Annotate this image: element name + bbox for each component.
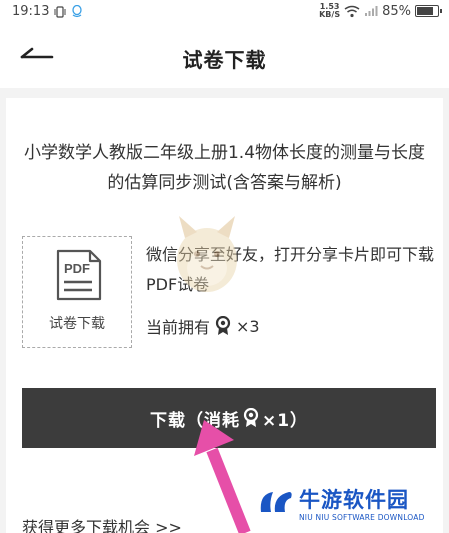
signal-icon xyxy=(365,6,378,16)
wifi-icon xyxy=(344,5,360,17)
battery-fill xyxy=(417,7,434,15)
clock: 19:13 xyxy=(12,4,50,19)
battery-icon xyxy=(415,5,442,17)
net-speed: 1.53 KB/S xyxy=(319,3,340,19)
brand-logo-icon xyxy=(260,492,292,512)
owned-count: ×3 xyxy=(236,316,260,336)
pdf-document-icon: PDF xyxy=(56,249,102,301)
download-button-suffix: ×1） xyxy=(261,410,309,431)
page-title: 试卷下载 xyxy=(182,48,267,72)
mascot-watermark-icon xyxy=(177,216,237,292)
net-speed-unit: KB/S xyxy=(319,10,341,19)
pdf-icon-text: PDF xyxy=(64,261,90,276)
brand-watermark: 牛游软件园 NIU NIU SOFTWARE DOWNLOAD xyxy=(255,484,435,526)
qq-icon xyxy=(72,5,83,18)
file-label: 试卷下载 xyxy=(49,316,105,332)
document-title: 小学数学人教版二年级上册1.4物体长度的测量与长度的估算同步测试(含答案与解析) xyxy=(23,143,426,193)
status-left: 19:13 xyxy=(12,4,83,19)
nav-bar: 试卷下载 xyxy=(0,24,449,88)
status-right: 1.53 KB/S 85% xyxy=(319,3,442,19)
brand-subtitle: NIU NIU SOFTWARE DOWNLOAD xyxy=(299,513,425,522)
medal-icon xyxy=(215,316,231,335)
status-bar: 19:13 1.53 KB/S 85% xyxy=(0,0,449,24)
battery-percent: 85% xyxy=(382,3,411,19)
pink-arrow-annotation xyxy=(194,420,251,533)
more-downloads-link[interactable]: 获得更多下载机会 >> xyxy=(22,514,182,533)
pdf-file-box[interactable]: PDF 试卷下载 xyxy=(22,236,132,348)
vibrate-icon xyxy=(54,5,66,18)
owned-prefix: 当前拥有 xyxy=(146,318,211,337)
owned-credits: 当前拥有 ×3 xyxy=(146,314,260,338)
brand-name: 牛游软件园 xyxy=(299,488,409,512)
